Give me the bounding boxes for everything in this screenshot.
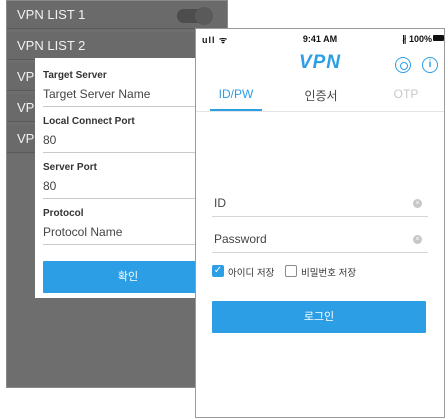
vpn-list-item[interactable]: VPN LIST 1 — [7, 1, 227, 29]
confirm-button[interactable]: 확인 — [43, 261, 213, 293]
modal-overlay — [7, 301, 227, 387]
status-bar: ull ᯤ 9:41 AM ∦ 100% — [196, 29, 444, 49]
id-placeholder: ID — [214, 196, 226, 210]
id-input[interactable]: ID × — [212, 189, 428, 217]
battery-text: ∦ 100% — [401, 34, 432, 44]
clear-icon[interactable]: × — [413, 235, 422, 244]
vpn-toggle[interactable] — [177, 7, 213, 25]
password-input[interactable]: Password × — [212, 225, 428, 253]
tab-bar: ID/PW 인증서 OTP — [196, 82, 444, 112]
login-button[interactable]: 로그인 — [212, 301, 426, 333]
battery-icon — [433, 35, 444, 41]
tab-otp[interactable]: OTP — [366, 87, 444, 101]
active-tab-indicator — [210, 109, 262, 111]
vpn-list-item[interactable]: VPN LIST 2 — [7, 32, 227, 60]
password-placeholder: Password — [214, 232, 267, 246]
clear-icon[interactable]: × — [413, 199, 422, 208]
save-password-checkbox[interactable]: 비밀번호 저장 — [285, 265, 385, 279]
check-icon[interactable]: ✓ — [212, 265, 224, 277]
save-password-label: 비밀번호 저장 — [301, 268, 357, 279]
gear-icon[interactable] — [395, 57, 411, 73]
save-id-label: 아이디 저장 — [228, 268, 275, 279]
login-screen: ull ᯤ 9:41 AM ∦ 100% VPN i ID/PW 인증서 OTP… — [195, 28, 445, 418]
vpn-list-item-label: VPN LIST 1 — [17, 7, 86, 22]
vpn-list-item-label: VPN LIST 2 — [17, 38, 86, 53]
tab-id-pw[interactable]: ID/PW — [196, 87, 276, 101]
vpn-list-item-label: VP — [17, 100, 35, 115]
tab-certificate[interactable]: 인증서 — [281, 87, 361, 104]
info-icon[interactable]: i — [422, 57, 438, 73]
checkbox-box[interactable] — [285, 265, 297, 277]
save-id-checkbox[interactable]: ✓ 아이디 저장 — [212, 265, 292, 279]
vpn-list-item-label: VP — [17, 69, 35, 84]
vpn-list-item-label: VP — [17, 131, 35, 146]
